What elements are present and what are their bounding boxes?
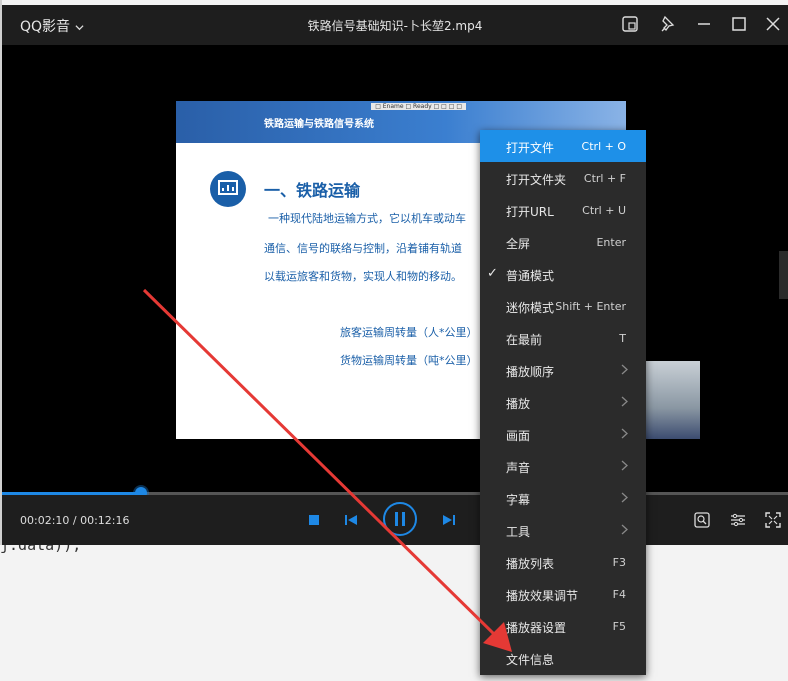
screenshot-icon[interactable] — [620, 14, 640, 34]
minimize-icon[interactable] — [694, 14, 714, 34]
presentation-icon — [210, 171, 246, 207]
menu-item[interactable]: 文件信息 — [480, 642, 646, 674]
maximize-icon[interactable] — [729, 14, 749, 34]
menu-item-label: 播放器设置 — [506, 621, 567, 635]
menu-item-label: 播放顺序 — [506, 365, 555, 379]
menu-item-label: 打开文件夹 — [506, 173, 567, 187]
menu-item-label: 打开URL — [506, 205, 554, 219]
slide-text-line: 一种现代陆地运输方式，它以机车或动车 — [268, 212, 466, 225]
menu-item[interactable]: 播放效果调节 F4 — [480, 578, 646, 610]
menu-item-label: 播放 — [506, 397, 531, 411]
webcam-overlay — [646, 361, 700, 439]
zoom-screen-icon[interactable] — [694, 512, 710, 528]
slide-text-line: 以载运旅客和货物，实现人和物的移动。 — [264, 270, 462, 283]
player-window: QQ影音 铁路信号基础知识-卜长堃2.mp4 □ Ename □ Ready □… — [2, 5, 788, 545]
time-display: 00:02:10 / 00:12:16 — [20, 514, 130, 527]
equalizer-settings-icon[interactable] — [730, 512, 746, 528]
menu-item-label: 播放效果调节 — [506, 589, 579, 603]
chevron-right-icon — [621, 428, 628, 442]
title-bar: QQ影音 铁路信号基础知识-卜长堃2.mp4 — [2, 5, 788, 45]
next-icon[interactable] — [442, 513, 456, 527]
pause-button[interactable] — [382, 501, 418, 537]
checkmark-icon: ✓ — [487, 266, 498, 281]
menu-item-label: 字幕 — [506, 493, 531, 507]
menu-item[interactable]: 声音 — [480, 450, 646, 482]
menu-item-label: 播放列表 — [506, 557, 555, 571]
pin-icon[interactable] — [658, 14, 678, 34]
menu-item[interactable]: 字幕 — [480, 482, 646, 514]
menu-item-shortcut: Shift + Enter — [555, 300, 626, 313]
menu-item[interactable]: 全屏 Enter — [480, 226, 646, 258]
menu-item-shortcut: Enter — [596, 236, 626, 249]
menu-item[interactable]: 播放 — [480, 386, 646, 418]
menu-item[interactable]: 迷你模式 Shift + Enter — [480, 290, 646, 322]
menu-item[interactable]: 打开文件夹 Ctrl + F — [480, 162, 646, 194]
menu-item-shortcut: F3 — [612, 556, 626, 569]
menu-item[interactable]: 打开文件 Ctrl + O — [480, 130, 646, 162]
chevron-right-icon — [621, 460, 628, 474]
chevron-right-icon — [621, 524, 628, 538]
slide-heading: 一、铁路运输 — [264, 181, 361, 200]
menu-item-label: 全屏 — [506, 237, 531, 251]
slide-banner-title: 铁路运输与铁路信号系统 — [264, 119, 374, 130]
control-bar: 00:02:10 / 00:12:16 — [2, 495, 788, 545]
menu-item-shortcut: Ctrl + O — [581, 140, 626, 153]
slide-toolbar: □ Ename □ Ready □ □ □ □ — [371, 103, 466, 110]
chevron-right-icon — [621, 364, 628, 378]
menu-item[interactable]: 工具 — [480, 514, 646, 546]
menu-item-label: 在最前 — [506, 333, 543, 347]
slide-text-line: 通信、信号的联络与控制，沿着铺有轨道 — [264, 242, 462, 255]
slide-text-line: 货物运输周转量（吨*公里） — [340, 354, 478, 367]
close-icon[interactable] — [763, 14, 783, 34]
menu-item[interactable]: 播放顺序 — [480, 354, 646, 386]
fullscreen-icon[interactable] — [765, 512, 781, 528]
menu-item-shortcut: Ctrl + F — [583, 172, 626, 185]
menu-item-shortcut: F4 — [612, 588, 626, 601]
context-menu: 打开文件 Ctrl + O 打开文件夹 Ctrl + F 打开URL Ctrl + U 全屏… — [480, 130, 646, 675]
chevron-right-icon — [621, 492, 628, 506]
stop-icon[interactable] — [308, 514, 320, 526]
menu-item[interactable]: 画面 — [480, 418, 646, 450]
menu-item[interactable]: 打开URL Ctrl + U — [480, 194, 646, 226]
menu-item[interactable]: 在最前 T — [480, 322, 646, 354]
menu-item-shortcut: F5 — [612, 620, 626, 633]
menu-item-label: 迷你模式 — [506, 301, 555, 315]
menu-item-label: 工具 — [506, 525, 531, 539]
menu-item-label: 打开文件 — [506, 141, 555, 155]
menu-item-shortcut: T — [619, 332, 626, 345]
previous-icon[interactable] — [344, 513, 358, 527]
menu-item[interactable]: 播放列表 F3 — [480, 546, 646, 578]
menu-item-label: 声音 — [506, 461, 531, 475]
slide-text-line: 旅客运输周转量（人*公里） — [340, 326, 478, 339]
menu-item-label: 普通模式 — [506, 269, 555, 283]
menu-item-shortcut: Ctrl + U — [582, 204, 626, 217]
menu-item-label: 画面 — [506, 429, 531, 443]
menu-item-label: 文件信息 — [506, 653, 555, 667]
menu-item[interactable]: 播放器设置 F5 — [480, 610, 646, 642]
side-panel-tab[interactable] — [779, 251, 788, 299]
chevron-right-icon — [621, 396, 628, 410]
menu-item[interactable]: ✓ 普通模式 — [480, 258, 646, 290]
